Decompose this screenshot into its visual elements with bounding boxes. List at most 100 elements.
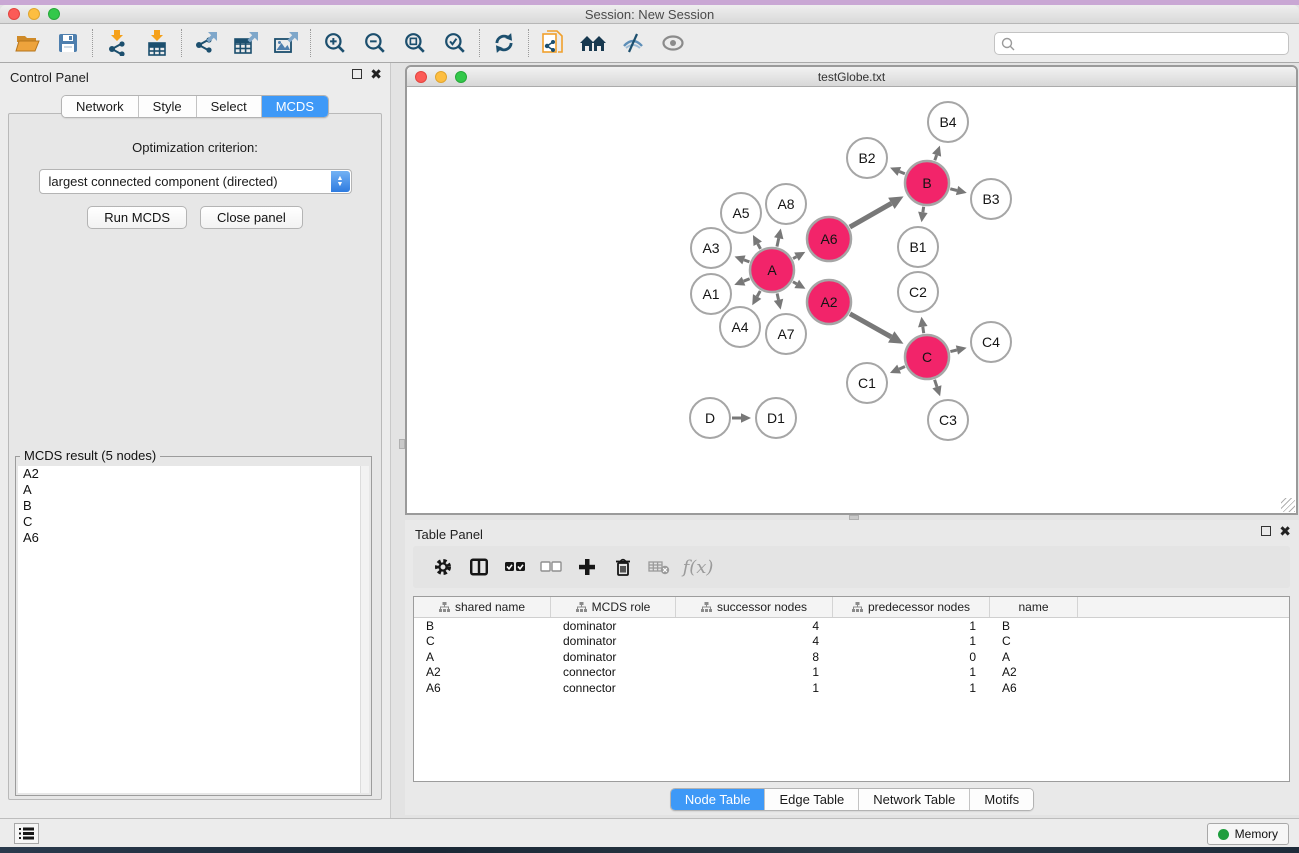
graph-edge-B-B2[interactable]	[899, 171, 905, 173]
float-panel-icon[interactable]	[352, 69, 362, 79]
graph-edge-A-A2[interactable]	[793, 282, 797, 284]
close-panel-icon[interactable]: ✖	[1279, 526, 1291, 536]
open-session-button[interactable]	[8, 27, 48, 59]
export-image-button[interactable]	[266, 27, 306, 59]
mcds-result-item[interactable]: B	[18, 498, 369, 514]
window-resize-grip[interactable]	[1281, 498, 1295, 512]
zoom-fit-button[interactable]	[395, 27, 435, 59]
network-window-titlebar[interactable]: testGlobe.txt	[407, 67, 1296, 87]
mcds-result-item[interactable]: A	[18, 482, 369, 498]
table-cell[interactable]: B	[414, 619, 551, 633]
close-panel-icon[interactable]: ✖	[370, 69, 382, 79]
table-cell[interactable]: A6	[414, 681, 551, 695]
import-table-button[interactable]	[137, 27, 177, 59]
delete-table-button[interactable]	[641, 551, 677, 583]
delete-column-button[interactable]	[605, 551, 641, 583]
column-header-MCDS-role[interactable]: MCDS role	[551, 597, 676, 617]
column-header-predecessor-nodes[interactable]: predecessor nodes	[833, 597, 990, 617]
table-cell[interactable]: connector	[551, 681, 676, 695]
table-cell[interactable]: 1	[833, 665, 990, 679]
graph-node-D[interactable]: D	[690, 398, 730, 438]
table-cell[interactable]: B	[990, 619, 1078, 633]
graph-edge-C-C3[interactable]	[935, 380, 937, 387]
node-table[interactable]: shared nameMCDS rolesuccessor nodesprede…	[413, 596, 1290, 782]
deselect-all-columns-button[interactable]	[533, 551, 569, 583]
table-cell[interactable]: A6	[990, 681, 1078, 695]
zoom-selected-button[interactable]	[435, 27, 475, 59]
graph-edge-C-C2[interactable]	[923, 327, 924, 334]
column-header-shared-name[interactable]: shared name	[414, 597, 551, 617]
column-header-successor-nodes[interactable]: successor nodes	[676, 597, 833, 617]
tab-mcds[interactable]: MCDS	[262, 96, 328, 117]
run-mcds-button[interactable]: Run MCDS	[87, 206, 187, 229]
mcds-result-list[interactable]: A2ABCA6	[18, 466, 369, 793]
graph-node-A2[interactable]: A2	[807, 280, 851, 324]
table-cell[interactable]: 1	[833, 681, 990, 695]
zoom-in-button[interactable]	[315, 27, 355, 59]
table-cell[interactable]: 0	[833, 650, 990, 664]
graph-node-A6[interactable]: A6	[807, 217, 851, 261]
graph-edge-A-A8[interactable]	[777, 238, 779, 246]
table-row[interactable]: Adominator80A	[414, 649, 1289, 665]
search-input[interactable]	[1019, 35, 1288, 53]
graph-edge-A-A7[interactable]	[777, 293, 778, 299]
refresh-view-button[interactable]	[484, 27, 524, 59]
graph-node-A5[interactable]: A5	[721, 193, 761, 233]
mcds-result-item[interactable]: C	[18, 514, 369, 530]
graph-node-C2[interactable]: C2	[898, 272, 938, 312]
graph-edge-A6-B[interactable]	[850, 203, 892, 227]
graph-node-A1[interactable]: A1	[691, 274, 731, 314]
graph-edge-A-A6[interactable]	[793, 257, 796, 259]
graph-node-B2[interactable]: B2	[847, 138, 887, 178]
graph-node-A4[interactable]: A4	[720, 307, 760, 347]
graph-edge-A-A5[interactable]	[758, 244, 761, 249]
task-history-button[interactable]	[14, 823, 39, 844]
graph-node-B[interactable]: B	[905, 161, 949, 205]
table-row[interactable]: Cdominator41C	[414, 634, 1289, 650]
save-session-button[interactable]	[48, 27, 88, 59]
graph-node-B1[interactable]: B1	[898, 227, 938, 267]
mcds-result-scrollbar[interactable]	[360, 466, 369, 793]
network-canvas[interactable]: B4B2BB3A8A5A6B1A3AC2A1A2A4A7C4CC1DD1C3	[407, 88, 1296, 513]
float-panel-icon[interactable]	[1261, 526, 1271, 536]
table-cell[interactable]: 4	[676, 619, 833, 633]
mcds-result-item[interactable]: A6	[18, 530, 369, 546]
first-neighbors-button[interactable]	[573, 27, 613, 59]
graph-node-B4[interactable]: B4	[928, 102, 968, 142]
table-cell[interactable]: 1	[833, 619, 990, 633]
tab-node-table[interactable]: Node Table	[671, 789, 766, 810]
graph-edge-C-C4[interactable]	[950, 350, 957, 352]
table-row[interactable]: A6connector11A6	[414, 680, 1289, 696]
search-field[interactable]	[994, 32, 1289, 55]
table-cell[interactable]: A	[414, 650, 551, 664]
network-vertical-scroll-thumb[interactable]	[399, 439, 405, 449]
graph-edge-A2-C[interactable]	[850, 314, 891, 337]
criterion-dropdown[interactable]: largest connected component (directed) ▲…	[39, 169, 352, 194]
import-network-button[interactable]	[97, 27, 137, 59]
graph-node-B3[interactable]: B3	[971, 179, 1011, 219]
table-cell[interactable]: A2	[414, 665, 551, 679]
table-cell[interactable]: connector	[551, 665, 676, 679]
graph-edge-B-B1[interactable]	[923, 207, 924, 213]
graph-node-A[interactable]: A	[750, 248, 794, 292]
table-cell[interactable]: C	[414, 634, 551, 648]
show-columns-button[interactable]	[461, 551, 497, 583]
table-cell[interactable]: 1	[676, 665, 833, 679]
table-cell[interactable]: 8	[676, 650, 833, 664]
table-cell[interactable]: 1	[833, 634, 990, 648]
graph-edge-A-A1[interactable]	[744, 279, 750, 281]
table-row[interactable]: A2connector11A2	[414, 665, 1289, 681]
column-header-name[interactable]: name	[990, 597, 1078, 617]
table-cell[interactable]: dominator	[551, 619, 676, 633]
graph-node-A8[interactable]: A8	[766, 184, 806, 224]
close-panel-button[interactable]: Close panel	[200, 206, 303, 229]
table-cell[interactable]: A2	[990, 665, 1078, 679]
graph-edge-B-B3[interactable]	[950, 189, 957, 191]
export-network-button[interactable]	[186, 27, 226, 59]
tab-style[interactable]: Style	[139, 96, 197, 117]
graph-node-A7[interactable]: A7	[766, 314, 806, 354]
memory-button[interactable]: Memory	[1207, 823, 1289, 845]
hide-selected-button[interactable]	[613, 27, 653, 59]
graph-node-C4[interactable]: C4	[971, 322, 1011, 362]
zoom-out-button[interactable]	[355, 27, 395, 59]
